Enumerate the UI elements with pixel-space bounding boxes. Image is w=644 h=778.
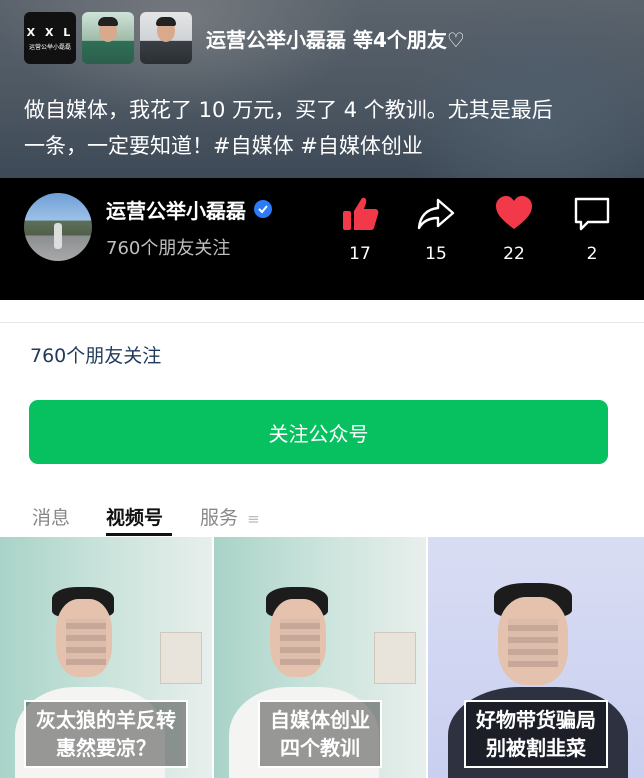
caption-line-1: 做自媒体，我花了 10 万元，买了 4 个教训。尤其是最后 <box>24 98 553 122</box>
friends-follow-count[interactable]: 760个朋友关注 <box>30 341 161 368</box>
follow-official-account-button[interactable]: 关注公众号 <box>29 400 608 464</box>
thumbs-up-icon <box>343 197 379 230</box>
video-thumbnail[interactable]: 灰太狼的羊反转 惠然要凉？ <box>0 537 212 778</box>
thumbnail-caption-line-2: 惠然要凉？ <box>56 736 156 760</box>
author-name[interactable]: 运营公举小磊磊 <box>106 195 246 224</box>
thumbnail-caption: 灰太狼的羊反转 惠然要凉？ <box>24 700 188 768</box>
thumbnail-caption: 自媒体创业 四个教训 <box>258 700 382 768</box>
channel-logo: X X L 运营公举小磊磊 <box>24 12 76 64</box>
video-thumbnail[interactable]: 好物带货骗局 别被割韭菜 <box>428 537 644 778</box>
video-caption: 做自媒体，我花了 10 万元，买了 4 个教训。尤其是最后 一条，一定要知道！#… <box>24 92 624 164</box>
comment-count: 2 <box>586 244 598 264</box>
share-count: 15 <box>425 244 447 264</box>
official-account-panel: 760个朋友关注 关注公众号 消息 视频号 服务 ≡ 灰太狼的羊反转 惠然要凉？ <box>0 322 644 778</box>
favorite-button[interactable]: 22 <box>484 194 544 264</box>
video-thumbnail[interactable]: 自媒体创业 四个教训 <box>214 537 426 778</box>
video-card[interactable]: X X L 运营公举小磊磊 运营公举小磊磊 等4个朋友♡ 做自媒体，我花了 10… <box>0 0 644 300</box>
thumbnail-caption-line-1: 自媒体创业 <box>270 708 370 732</box>
tab-services[interactable]: 服务 ≡ <box>200 503 260 530</box>
share-arrow-icon <box>417 198 455 230</box>
background-shelf <box>374 632 416 684</box>
tab-channels[interactable]: 视频号 <box>106 503 163 530</box>
heart-icon <box>496 196 532 229</box>
friends-liked-row[interactable]: X X L 运营公举小磊磊 运营公举小磊磊 等4个朋友♡ <box>24 12 465 64</box>
author-info: 运营公举小磊磊 760个朋友关注 <box>106 195 272 260</box>
author-friends-follow: 760个朋友关注 <box>106 237 231 259</box>
tab-services-label: 服务 <box>200 507 239 529</box>
friend-avatar-2[interactable] <box>140 12 192 64</box>
friends-liked-text[interactable]: 运营公举小磊磊 等4个朋友♡ <box>206 24 465 53</box>
caption-line-2: 一条，一定要知道！#自媒体 #自媒体创业 <box>24 134 423 158</box>
thumbnail-caption-line-2: 四个教训 <box>280 736 360 760</box>
like-button[interactable]: 17 <box>330 194 390 264</box>
tab-messages[interactable]: 消息 <box>32 503 70 530</box>
thumbnail-caption: 好物带货骗局 别被割韭菜 <box>464 700 608 768</box>
thumbnail-caption-line-2: 别被割韭菜 <box>486 736 586 760</box>
menu-lines-icon: ≡ <box>247 510 260 528</box>
like-count: 17 <box>349 244 371 264</box>
favorite-count: 22 <box>503 244 525 264</box>
background-shelf <box>160 632 202 684</box>
author-row[interactable]: 运营公举小磊磊 760个朋友关注 <box>24 190 272 264</box>
profile-tabs: 消息 视频号 服务 ≡ <box>0 499 644 539</box>
friend-avatar-1[interactable] <box>82 12 134 64</box>
active-tab-indicator <box>106 533 172 536</box>
comment-bubble-icon <box>574 197 610 231</box>
thumbnail-caption-line-1: 好物带货骗局 <box>476 708 596 732</box>
logo-text: X X L <box>26 25 74 39</box>
author-avatar[interactable] <box>24 193 92 261</box>
share-button[interactable]: 15 <box>406 194 466 264</box>
logo-subtext: 运营公举小磊磊 <box>28 43 71 51</box>
comment-button[interactable]: 2 <box>562 194 622 264</box>
author-name-row[interactable]: 运营公举小磊磊 <box>106 195 272 224</box>
verified-badge-icon <box>254 200 272 218</box>
thumbnail-caption-line-1: 灰太狼的羊反转 <box>36 708 176 732</box>
